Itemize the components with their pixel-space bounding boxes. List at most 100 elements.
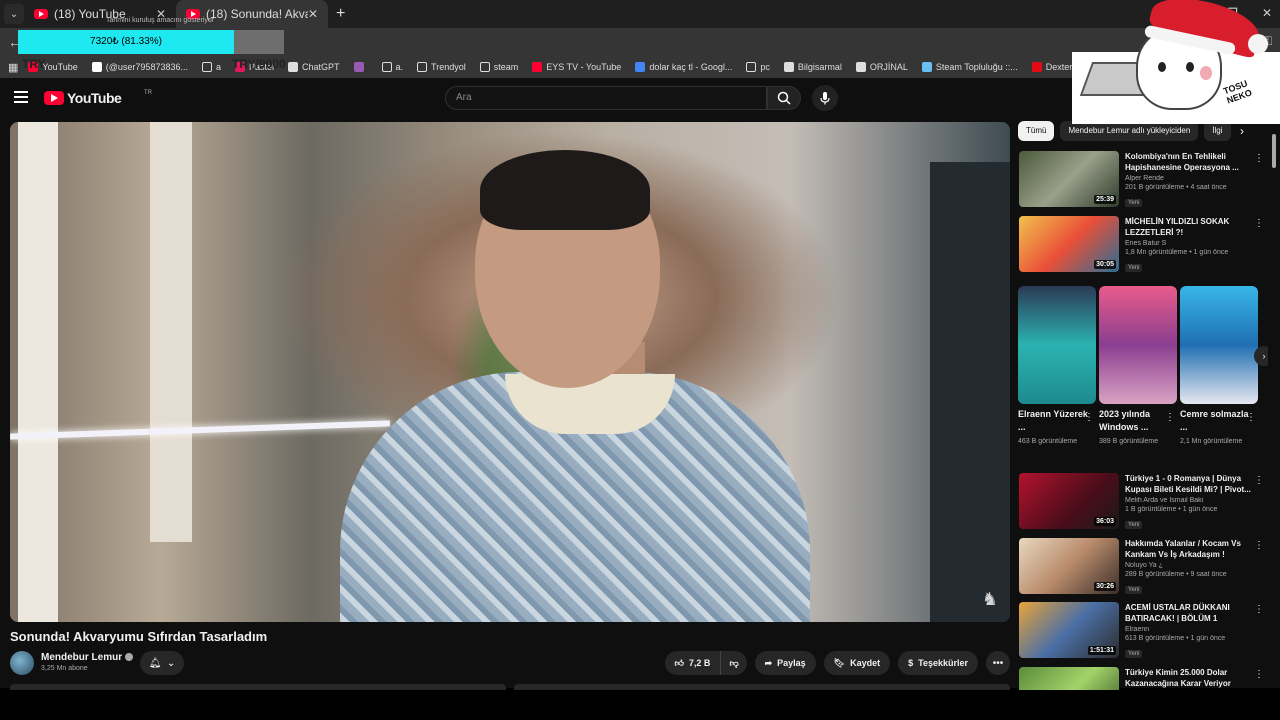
search-button[interactable]: [767, 86, 801, 110]
more-vertical-icon[interactable]: ⋮: [1254, 669, 1264, 680]
feather-icon: [353, 62, 364, 72]
more-vertical-icon[interactable]: ⋮: [1254, 218, 1264, 229]
voice-search-button[interactable]: [812, 85, 838, 111]
new-badge: Yeni: [1125, 586, 1143, 594]
video-channel[interactable]: Enes Batur S: [1125, 240, 1253, 247]
bookmark-label: a: [215, 62, 221, 72]
more-vertical-icon[interactable]: ⋮: [1254, 604, 1264, 615]
video-thumbnail[interactable]: 36:03: [1019, 473, 1119, 529]
like-button[interactable]: 👍︎ 7,2 B: [664, 651, 722, 675]
more-vertical-icon[interactable]: ⋮: [1246, 412, 1256, 423]
chip-all[interactable]: Tümü: [1018, 121, 1055, 141]
video-title[interactable]: MİCHELİN YILDIZLI SOKAK LEZZETLERİ ?!: [1125, 216, 1253, 238]
short-thumbnail[interactable]: [1018, 286, 1096, 404]
video-title[interactable]: Hakkımda Yalanlar / Kocam Vs Kankam Vs İ…: [1125, 538, 1253, 560]
new-badge: Yeni: [1125, 650, 1143, 658]
bookmark-item[interactable]: pc: [746, 62, 770, 72]
youtube-logo[interactable]: YouTube TR: [44, 90, 152, 106]
bookmark-item[interactable]: Bilgisarmal: [783, 62, 842, 72]
thanks-button[interactable]: $ Teşekkürler: [898, 651, 978, 675]
video-title[interactable]: Türkiye Kimin 25.000 Dolar Kazanacağına …: [1125, 667, 1253, 689]
bookmark-item[interactable]: (@user795873836...: [91, 62, 188, 72]
video-channel[interactable]: Noluyo Ya ¿: [1125, 562, 1253, 569]
progress-caption: Tahmini kuruluş amacını gösteriyor: [106, 17, 215, 24]
subscription-bell-button[interactable]: 🔔︎ ⌄: [140, 651, 184, 675]
new-badge: Yeni: [1125, 264, 1143, 272]
filter-chips: Tümü Mendebur Lemur adlı yükleyiciden İl…: [1018, 121, 1231, 141]
video-title[interactable]: Türkiye 1 - 0 Romanya | Dünya Kupası Bil…: [1125, 473, 1253, 495]
apps-grid-icon[interactable]: ▦: [8, 61, 18, 74]
bookmark-label: dolar kaç tl - Googl...: [649, 62, 733, 72]
more-vertical-icon[interactable]: ⋮: [1254, 540, 1264, 551]
video-thumbnail[interactable]: 1:51:31: [1019, 602, 1119, 658]
bookmark-item[interactable]: ChatGPT: [288, 62, 340, 72]
more-actions-button[interactable]: •••: [986, 651, 1010, 675]
dislike-button[interactable]: 👎︎: [721, 651, 747, 675]
video-duration: 1:51:31: [1087, 646, 1116, 655]
video-player[interactable]: ♞: [10, 122, 1010, 622]
background-pillar: [150, 122, 192, 542]
chatgpt-icon: [288, 62, 299, 72]
channel-watermark-icon[interactable]: ♞: [982, 589, 998, 610]
short-thumbnail[interactable]: [1180, 286, 1258, 404]
globe-icon: [855, 62, 866, 72]
more-vertical-icon[interactable]: ⋮: [1254, 475, 1264, 486]
channel-avatar[interactable]: [10, 651, 34, 675]
tab-search-button[interactable]: ⌄: [4, 4, 24, 24]
sticker-eye: [1158, 62, 1166, 72]
logo-text: YouTube: [67, 90, 122, 106]
thumbs-up-icon: 👍︎: [674, 657, 684, 668]
close-icon[interactable]: ✕: [308, 7, 318, 21]
recommended-video[interactable]: Türkiye Kimin 25.000 Dolar Kazanacağına …: [1019, 667, 1264, 690]
chevron-right-icon[interactable]: ›: [1254, 346, 1268, 366]
video-thumbnail[interactable]: 30:05: [1019, 216, 1119, 272]
scrollbar-thumb[interactable]: [1272, 134, 1276, 168]
video-channel[interactable]: Elraenn: [1125, 626, 1253, 633]
bookmark-icon: 🔖︎: [833, 657, 846, 668]
recommended-video[interactable]: 30:05 MİCHELİN YILDIZLI SOKAK LEZZETLERİ …: [1019, 216, 1264, 272]
video-thumbnail[interactable]: 30:26: [1019, 538, 1119, 594]
hamburger-menu-icon[interactable]: [14, 91, 28, 103]
sidebar-scrollbar[interactable]: [1270, 124, 1278, 684]
bookmark-item[interactable]: EYS TV - YouTube: [532, 62, 621, 72]
video-meta: 1 B görüntüleme • 1 gün önce: [1125, 506, 1218, 513]
short-views: 389 B görüntüleme: [1099, 438, 1159, 445]
bookmark-item[interactable]: dolar kaç tl - Googl...: [635, 62, 732, 72]
recommendations-sidebar: Tümü Mendebur Lemur adlı yükleyiciden İl…: [1018, 118, 1268, 690]
chip-from-uploader[interactable]: Mendebur Lemur adlı yükleyiciden: [1060, 121, 1199, 141]
search-input[interactable]: Ara: [445, 86, 767, 110]
bookmark-item[interactable]: a: [201, 62, 221, 72]
chip-related[interactable]: İlgi: [1204, 121, 1231, 141]
chevron-right-icon[interactable]: ›: [1240, 124, 1244, 138]
video-channel[interactable]: Alper Rende: [1125, 175, 1253, 182]
bookmark-item[interactable]: Trendyol: [417, 62, 466, 72]
comments-card[interactable]: [514, 684, 1010, 690]
share-button[interactable]: ➦ Paylaş: [754, 651, 816, 675]
sticker-overlay: TOSU NEKO: [1072, 0, 1280, 124]
short-thumbnail[interactable]: [1099, 286, 1177, 404]
video-channel[interactable]: Melih Arda ve İsmail Baki: [1125, 497, 1253, 504]
video-thumbnail[interactable]: [1019, 667, 1119, 690]
recommended-video[interactable]: 25:39 Kolombiya'nın En Tehlikeli Hapishan…: [1019, 151, 1264, 207]
bookmark-item[interactable]: [353, 62, 368, 72]
recommended-video[interactable]: 1:51:31 ACEMİ USTALAR DÜKKANI BATIRACAK! …: [1019, 602, 1264, 658]
new-tab-button[interactable]: +: [336, 5, 345, 23]
more-vertical-icon[interactable]: ⋮: [1254, 153, 1264, 164]
save-button[interactable]: 🔖︎ Kaydet: [823, 651, 891, 675]
recommended-video[interactable]: 36:03 Türkiye 1 - 0 Romanya | Dünya Kupas…: [1019, 473, 1264, 529]
description-card[interactable]: [10, 684, 506, 690]
video-title[interactable]: Kolombiya'nın En Tehlikeli Hapishanesine…: [1125, 151, 1253, 173]
background-pillar: [18, 122, 58, 622]
google-icon: [635, 62, 646, 72]
microphone-icon: [820, 92, 830, 105]
video-title[interactable]: ACEMİ USTALAR DÜKKANI BATIRACAK! | BÖLÜM…: [1125, 602, 1253, 624]
recommended-video[interactable]: 30:26 Hakkımda Yalanlar / Kocam Vs Kankam…: [1019, 538, 1264, 594]
video-thumbnail[interactable]: 25:39: [1019, 151, 1119, 207]
bookmark-item[interactable]: a.: [381, 62, 403, 72]
channel-name[interactable]: Mendebur Lemur: [41, 652, 134, 663]
more-vertical-icon[interactable]: ⋮: [1084, 412, 1094, 423]
bookmark-item[interactable]: Steam Topluluğu ::...: [921, 62, 1018, 72]
bookmark-item[interactable]: steam: [479, 62, 518, 72]
more-vertical-icon[interactable]: ⋮: [1165, 412, 1175, 423]
bookmark-item[interactable]: ORJİNAL: [855, 62, 908, 72]
